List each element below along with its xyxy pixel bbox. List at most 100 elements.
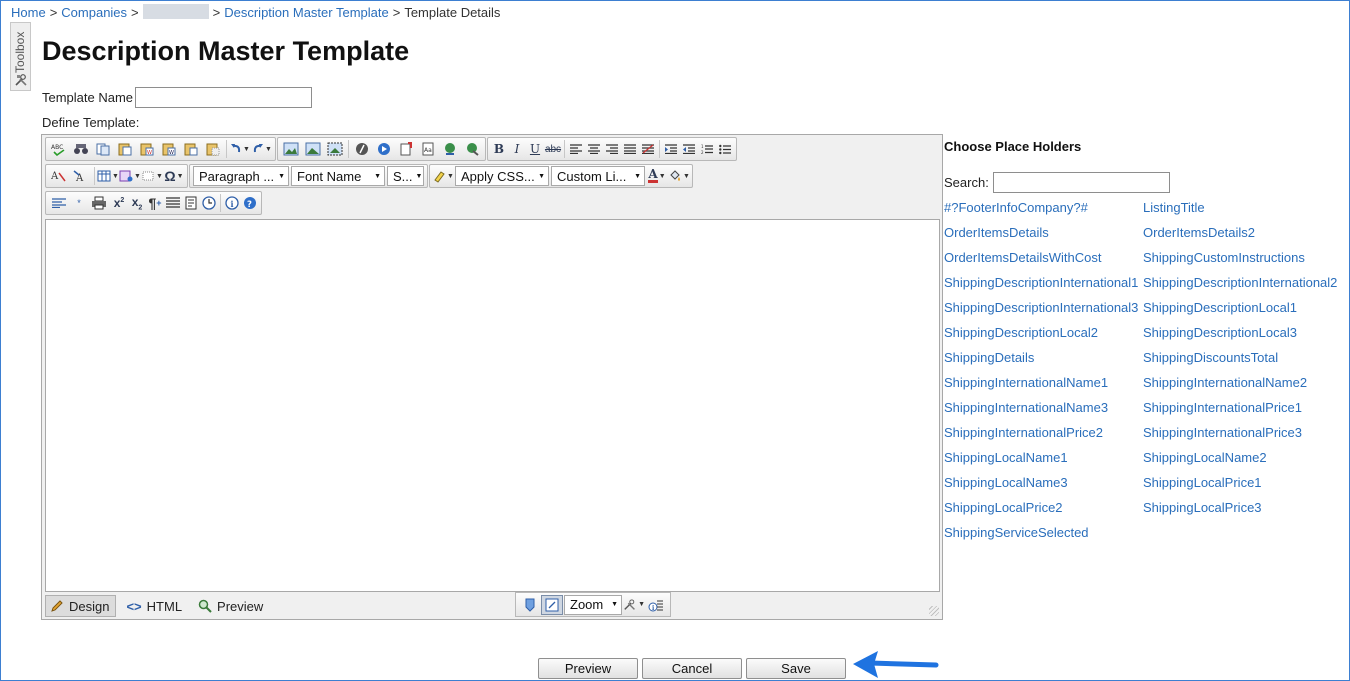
justify-icon[interactable] — [621, 139, 639, 159]
image-map-icon[interactable] — [302, 139, 324, 159]
hyperlink-manager-icon[interactable] — [439, 139, 461, 159]
omega-symbol-icon[interactable]: Ω ▼ — [163, 166, 185, 186]
placeholder-link[interactable]: ShippingDescriptionLocal3 — [1143, 325, 1342, 350]
font-name-dropdown[interactable]: Font Name ▼ — [291, 166, 385, 186]
editor-content-area[interactable] — [45, 219, 940, 592]
cut-icon[interactable] — [92, 139, 114, 159]
placeholder-link[interactable]: ShippingDescriptionInternational2 — [1143, 275, 1342, 300]
bulleted-list-icon[interactable] — [716, 139, 734, 159]
track-changes-icon[interactable] — [541, 594, 563, 615]
breadcrumb-companies-link[interactable]: Companies — [61, 5, 127, 20]
placeholder-link[interactable]: ShippingLocalPrice3 — [1143, 500, 1342, 525]
format-painter-icon[interactable]: A — [70, 166, 92, 186]
paste-from-word-icon[interactable]: W — [158, 139, 180, 159]
fore-color-icon[interactable]: A ▼ — [646, 166, 668, 186]
format-block-dropdown[interactable]: Paragraph ... ▼ — [193, 166, 289, 186]
outdent-icon[interactable] — [680, 139, 698, 159]
horizontal-rule-icon[interactable] — [164, 193, 182, 213]
toolbox-tab[interactable]: Toolbox — [10, 22, 31, 91]
paste-plain-text-icon[interactable] — [180, 139, 202, 159]
italic-icon[interactable]: I — [508, 139, 526, 159]
placeholder-link[interactable]: OrderItemsDetails2 — [1143, 225, 1342, 250]
placeholder-link[interactable]: ShippingDescriptionLocal1 — [1143, 300, 1342, 325]
strikethrough-icon[interactable]: abc — [544, 139, 562, 159]
save-button[interactable]: Save — [746, 658, 846, 679]
spellcheck-icon[interactable]: ABC — [48, 139, 70, 159]
placeholder-link[interactable]: ShippingInternationalPrice2 — [944, 425, 1143, 450]
flash-manager-icon[interactable] — [351, 139, 373, 159]
copy-icon[interactable] — [114, 139, 136, 159]
find-replace-icon[interactable] — [70, 139, 92, 159]
format-stripper-icon[interactable]: A — [48, 166, 70, 186]
cancel-button[interactable]: Cancel — [642, 658, 742, 679]
placeholder-link[interactable]: ShippingInternationalName2 — [1143, 375, 1342, 400]
underline-icon[interactable]: U — [526, 139, 544, 159]
resize-grip-icon[interactable] — [929, 606, 939, 616]
placeholder-link[interactable]: #?FooterInfoCompany?# — [944, 200, 1143, 225]
subscript-icon[interactable]: x2 — [128, 193, 146, 213]
placeholder-link[interactable]: ShippingDiscountsTotal — [1143, 350, 1342, 375]
image-manager-icon[interactable] — [280, 139, 302, 159]
help-icon[interactable]: ? — [241, 193, 259, 213]
breadcrumb-home-link[interactable]: Home — [11, 5, 46, 20]
placeholder-link[interactable]: ShippingInternationalPrice1 — [1143, 400, 1342, 425]
placeholder-link[interactable]: ShippingLocalPrice2 — [944, 500, 1143, 525]
font-size-dropdown[interactable]: S... ▼ — [387, 166, 424, 186]
back-color-icon[interactable]: ▼ — [668, 166, 690, 186]
preview-button[interactable]: Preview — [538, 658, 638, 679]
align-center-icon[interactable] — [585, 139, 603, 159]
breadcrumb-master-template-link[interactable]: Description Master Template — [224, 5, 389, 20]
placeholder-link[interactable]: OrderItemsDetailsWithCost — [944, 250, 1143, 275]
indent-icon[interactable] — [662, 139, 680, 159]
custom-links-dropdown[interactable]: Custom Li... ▼ — [551, 166, 645, 186]
undo-icon[interactable]: ▼ — [229, 139, 251, 159]
document-manager-icon[interactable] — [395, 139, 417, 159]
align-left-icon[interactable] — [567, 139, 585, 159]
highlighter-icon[interactable]: ▼ — [432, 166, 454, 186]
xhtml-validator-icon[interactable] — [519, 595, 541, 615]
media-manager-icon[interactable] — [373, 139, 395, 159]
bold-icon[interactable]: B — [490, 139, 508, 159]
placeholder-link[interactable]: ShippingDescriptionInternational1 — [944, 275, 1143, 300]
apply-css-dropdown[interactable]: Apply CSS... ▼ — [455, 166, 549, 186]
placeholder-link[interactable]: ShippingInternationalName1 — [944, 375, 1143, 400]
placeholder-link[interactable]: ShippingLocalName2 — [1143, 450, 1342, 475]
paste-html-icon[interactable] — [202, 139, 224, 159]
zoom-dropdown[interactable]: Zoom ▼ — [564, 594, 622, 615]
paste-icon[interactable]: W — [136, 139, 158, 159]
template-manager-icon[interactable]: Aa — [417, 139, 439, 159]
placeholder-link[interactable]: ShippingDescriptionInternational3 — [944, 300, 1143, 325]
placeholder-link[interactable]: ListingTitle — [1143, 200, 1342, 225]
placeholder-link[interactable]: ShippingLocalPrice1 — [1143, 475, 1342, 500]
align-right-icon[interactable] — [603, 139, 621, 159]
remove-link-icon[interactable] — [461, 139, 483, 159]
placeholder-link[interactable]: ShippingInternationalName3 — [944, 400, 1143, 425]
insert-paragraph-icon[interactable]: ¶ + — [146, 193, 164, 213]
placeholder-search-input[interactable] — [993, 172, 1170, 193]
placeholder-link[interactable]: ShippingServiceSelected — [944, 525, 1143, 550]
template-name-input[interactable] — [135, 87, 312, 108]
module-manager-icon[interactable]: ▼ — [623, 595, 645, 615]
insert-table-icon[interactable]: ▼ — [97, 166, 119, 186]
redo-icon[interactable]: ▼ — [251, 139, 273, 159]
insert-snippet-icon[interactable] — [182, 193, 200, 213]
design-mode-tab[interactable]: Design — [45, 595, 117, 617]
numbered-list-icon[interactable]: 12 — [698, 139, 716, 159]
insert-symbol-table-icon[interactable]: ▼ — [119, 166, 141, 186]
about-info-icon[interactable]: i — [223, 193, 241, 213]
statistics-info-icon[interactable]: i — [645, 595, 667, 615]
superscript-icon[interactable]: x2 — [110, 193, 128, 213]
placeholder-link[interactable]: ShippingDescriptionLocal2 — [944, 325, 1143, 350]
insert-asterisk-icon[interactable]: * — [70, 193, 88, 213]
image-editor-icon[interactable] — [324, 139, 346, 159]
placeholder-link[interactable]: ShippingCustomInstructions — [1143, 250, 1342, 275]
insert-date-time-icon[interactable] — [200, 193, 218, 213]
form-element-icon[interactable]: ▼ — [141, 166, 163, 186]
html-mode-tab[interactable]: <> HTML — [122, 595, 188, 617]
placeholder-link[interactable]: OrderItemsDetails — [944, 225, 1143, 250]
placeholder-link[interactable]: ShippingInternationalPrice3 — [1143, 425, 1342, 450]
placeholder-link[interactable]: ShippingLocalName1 — [944, 450, 1143, 475]
placeholder-link[interactable]: ShippingDetails — [944, 350, 1143, 375]
print-icon[interactable] — [88, 193, 110, 213]
remove-alignment-icon[interactable] — [639, 139, 657, 159]
